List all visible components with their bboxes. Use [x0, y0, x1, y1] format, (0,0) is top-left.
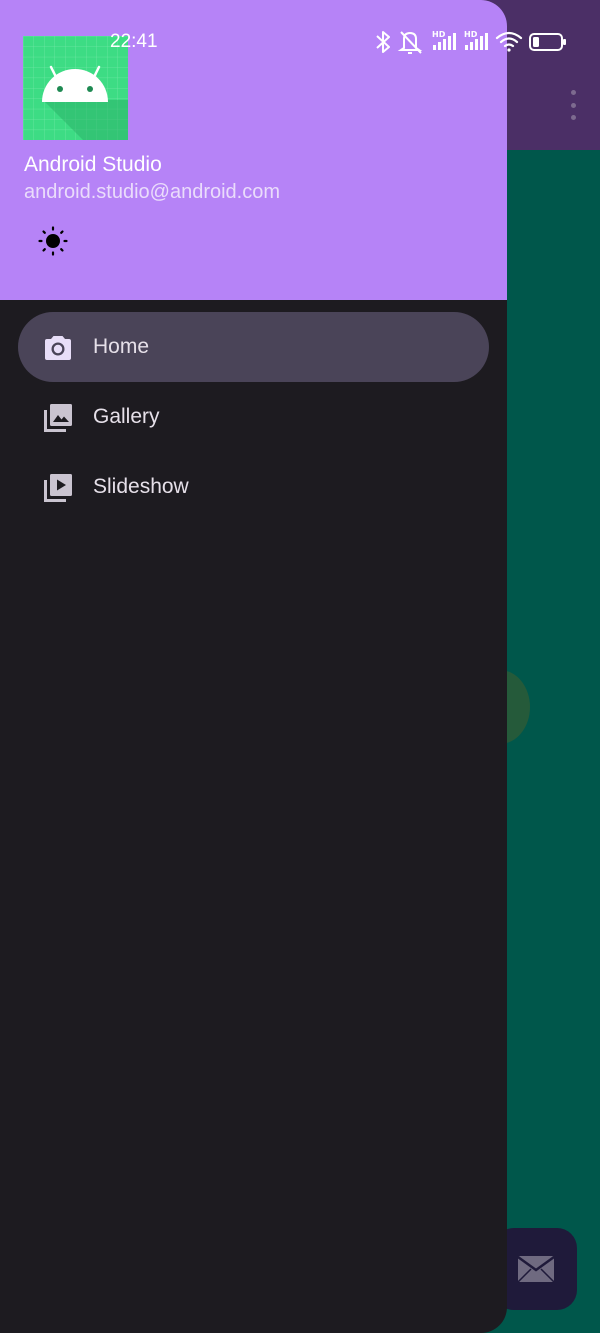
- menu-item-home[interactable]: Home: [18, 312, 489, 382]
- signal-hd-icon: HD: [464, 30, 488, 50]
- svg-text:HD: HD: [432, 30, 446, 39]
- slideshow-icon: [44, 474, 72, 502]
- sun-icon: [38, 226, 68, 256]
- status-icons: HD HD: [376, 30, 566, 54]
- menu-label-slideshow: Slideshow: [93, 475, 189, 498]
- app-screen: Android Studio android.studio@android.co…: [0, 0, 600, 1333]
- gallery-icon: [44, 404, 72, 432]
- more-vert-icon[interactable]: [568, 90, 578, 120]
- camera-icon: [45, 336, 71, 360]
- bluetooth-icon: [376, 31, 390, 53]
- status-time: 22:41: [110, 31, 158, 52]
- email-icon: [516, 1255, 555, 1283]
- user-name: Android Studio: [24, 153, 162, 176]
- user-email: android.studio@android.com: [24, 181, 281, 203]
- theme-toggle-button[interactable]: [36, 224, 70, 258]
- vibrate-off-icon: [397, 31, 423, 54]
- menu-label-home: Home: [93, 335, 150, 358]
- svg-text:HD: HD: [464, 30, 478, 39]
- signal-hd-icon: HD: [432, 30, 456, 50]
- navigation-drawer: Android Studio android.studio@android.co…: [0, 0, 507, 1333]
- wifi-icon: [495, 31, 523, 52]
- menu-label-gallery: Gallery: [93, 405, 160, 428]
- menu-item-gallery[interactable]: Gallery: [18, 382, 489, 452]
- battery-icon: [529, 33, 566, 51]
- menu-item-slideshow[interactable]: Slideshow: [18, 452, 489, 522]
